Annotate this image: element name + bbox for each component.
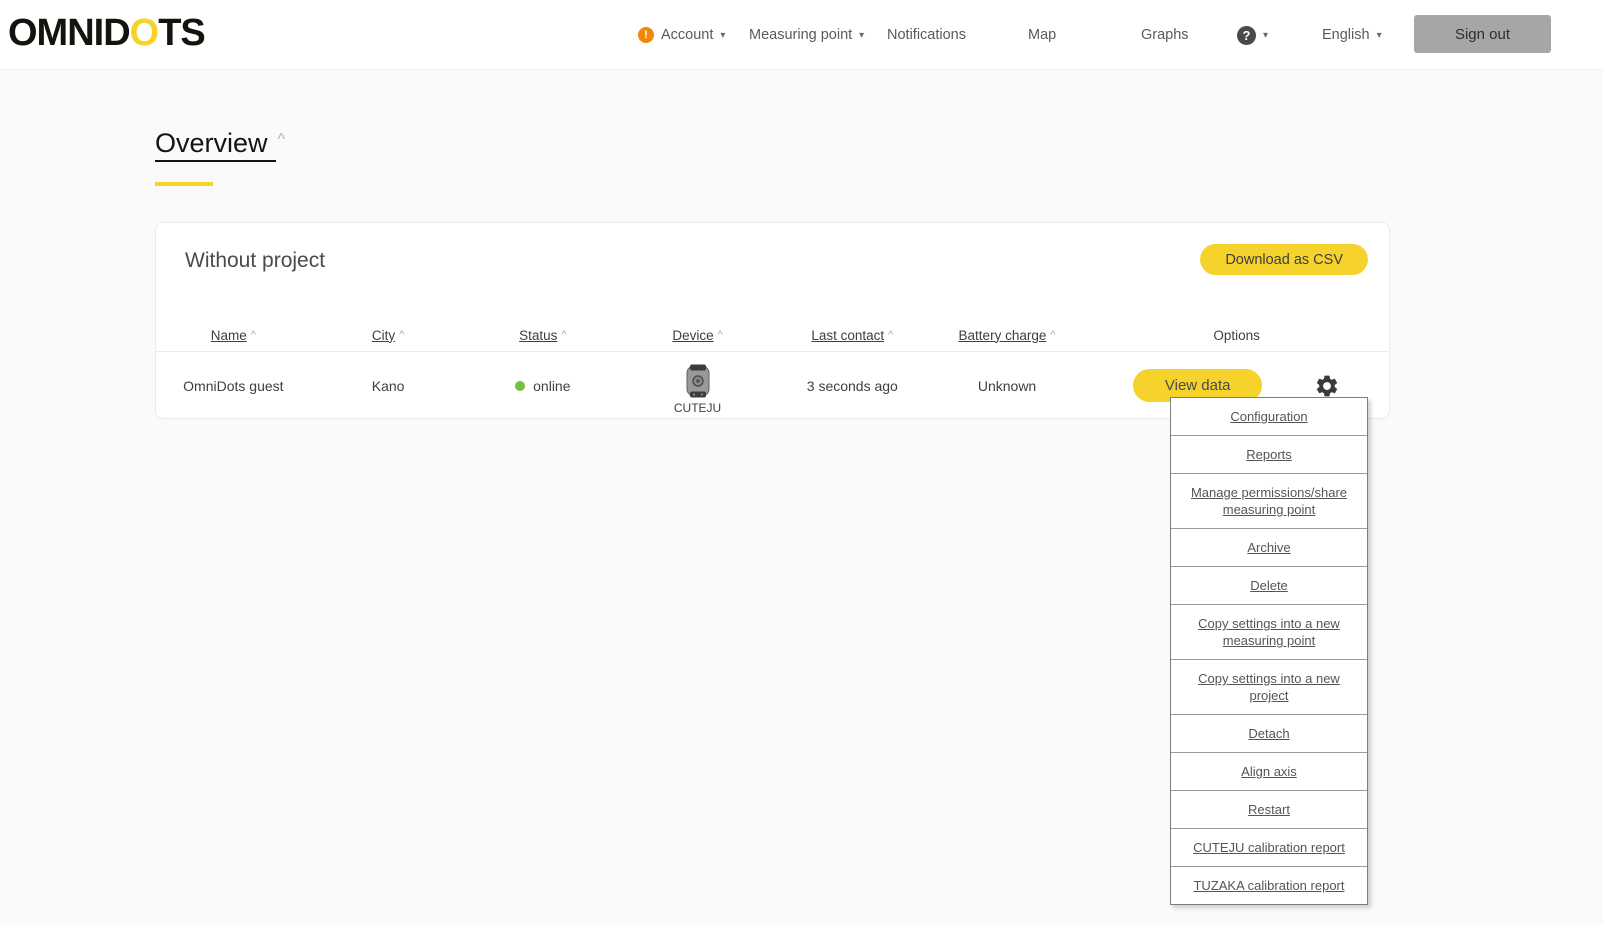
online-status-dot — [515, 380, 526, 391]
nav-graphs[interactable]: Graphs — [1141, 0, 1189, 70]
device-name-label: CUTEJU — [673, 400, 722, 415]
logo-accent-o: O — [129, 12, 160, 54]
nav-graphs-label: Graphs — [1141, 27, 1189, 43]
cell-city: Kano — [371, 377, 405, 394]
table-header-row: Name ^ City ^ Status ^ Device ^ Last con… — [156, 319, 1389, 351]
menu-item-restart[interactable]: Restart — [1171, 791, 1367, 829]
menu-item-cuteju-calibration-report[interactable]: CUTEJU calibration report — [1171, 829, 1367, 867]
download-csv-button[interactable]: Download as CSV — [1200, 244, 1368, 275]
sort-caret-icon: ^ — [1050, 329, 1056, 341]
logo-prefix: OMNID — [8, 12, 131, 54]
sort-caret-icon: ^ — [717, 329, 723, 341]
chevron-down-icon: ▾ — [1376, 29, 1382, 41]
nav-map[interactable]: Map — [1028, 0, 1056, 70]
account-warning-icon: ! — [638, 27, 654, 43]
sign-out-button[interactable]: Sign out — [1414, 15, 1551, 53]
menu-item-delete[interactable]: Delete — [1171, 567, 1367, 605]
nav-help[interactable]: ? ▾ — [1237, 0, 1268, 70]
menu-item-archive[interactable]: Archive — [1171, 529, 1367, 567]
cell-device: CUTEJU — [620, 352, 775, 419]
nav-measuring-point[interactable]: Measuring point ▾ — [749, 0, 864, 70]
nav-language[interactable]: English ▾ — [1322, 0, 1382, 70]
sort-caret-icon: ^ — [888, 329, 894, 341]
top-nav: OMNIDOTS ! Account ▾ Measuring point ▾ N… — [0, 0, 1603, 70]
menu-item-detach[interactable]: Detach — [1171, 715, 1367, 753]
omnidots-logo[interactable]: OMNIDOTS — [8, 12, 206, 55]
nav-language-label: English — [1322, 27, 1370, 43]
column-header-city[interactable]: City ^ — [311, 319, 466, 351]
nav-measuring-point-label: Measuring point — [749, 27, 853, 43]
gear-icon[interactable] — [1314, 373, 1340, 399]
menu-item-reports[interactable]: Reports — [1171, 436, 1367, 474]
collapse-caret-icon: ^ — [277, 131, 286, 148]
cell-battery-charge: Unknown — [977, 377, 1037, 394]
nav-map-label: Map — [1028, 27, 1057, 43]
column-header-battery-charge[interactable]: Battery charge ^ — [930, 319, 1085, 351]
menu-item-configuration[interactable]: Configuration — [1171, 398, 1367, 436]
nav-account[interactable]: ! Account ▾ — [638, 0, 725, 70]
page-title-text: Overview — [155, 128, 276, 162]
cell-last-contact: 3 seconds ago — [806, 377, 898, 394]
cell-status: online — [465, 352, 620, 419]
nav-notifications[interactable]: Notifications — [887, 0, 966, 70]
status-label: online — [533, 377, 571, 394]
help-icon: ? — [1237, 25, 1256, 45]
logo-suffix: TS — [158, 12, 206, 54]
chevron-down-icon: ▾ — [1263, 29, 1269, 41]
column-header-name[interactable]: Name ^ — [156, 319, 311, 351]
column-header-device[interactable]: Device ^ — [620, 319, 775, 351]
nav-notifications-label: Notifications — [887, 27, 966, 43]
menu-item-copy-settings-project[interactable]: Copy settings into a new project — [1171, 660, 1367, 715]
page-title[interactable]: Overview ^ — [155, 128, 286, 162]
sort-caret-icon: ^ — [561, 329, 567, 341]
menu-item-copy-settings-measuring-point[interactable]: Copy settings into a new measuring point — [1171, 605, 1367, 660]
sort-caret-icon: ^ — [399, 329, 405, 341]
sort-caret-icon: ^ — [250, 329, 256, 341]
cell-name: OmniDots guest — [183, 377, 284, 394]
options-dropdown-menu: Configuration Reports Manage permissions… — [1170, 397, 1368, 905]
sensor-device-icon — [686, 364, 710, 397]
chevron-down-icon: ▾ — [720, 29, 726, 41]
column-header-status[interactable]: Status ^ — [465, 319, 620, 351]
column-header-last-contact[interactable]: Last contact ^ — [775, 319, 930, 351]
menu-item-align-axis[interactable]: Align axis — [1171, 753, 1367, 791]
menu-item-tuzaka-calibration-report[interactable]: TUZAKA calibration report — [1171, 867, 1367, 904]
title-accent-bar — [155, 182, 213, 186]
card-title: Without project — [185, 249, 326, 272]
column-header-options: Options — [1213, 327, 1260, 343]
device-link[interactable]: CUTEJU — [674, 363, 721, 415]
nav-account-label: Account — [661, 27, 714, 43]
without-project-card: Without project Download as CSV Name ^ C… — [155, 222, 1390, 419]
menu-item-manage-permissions[interactable]: Manage permissions/share measuring point — [1171, 474, 1367, 529]
chevron-down-icon: ▾ — [859, 29, 865, 41]
